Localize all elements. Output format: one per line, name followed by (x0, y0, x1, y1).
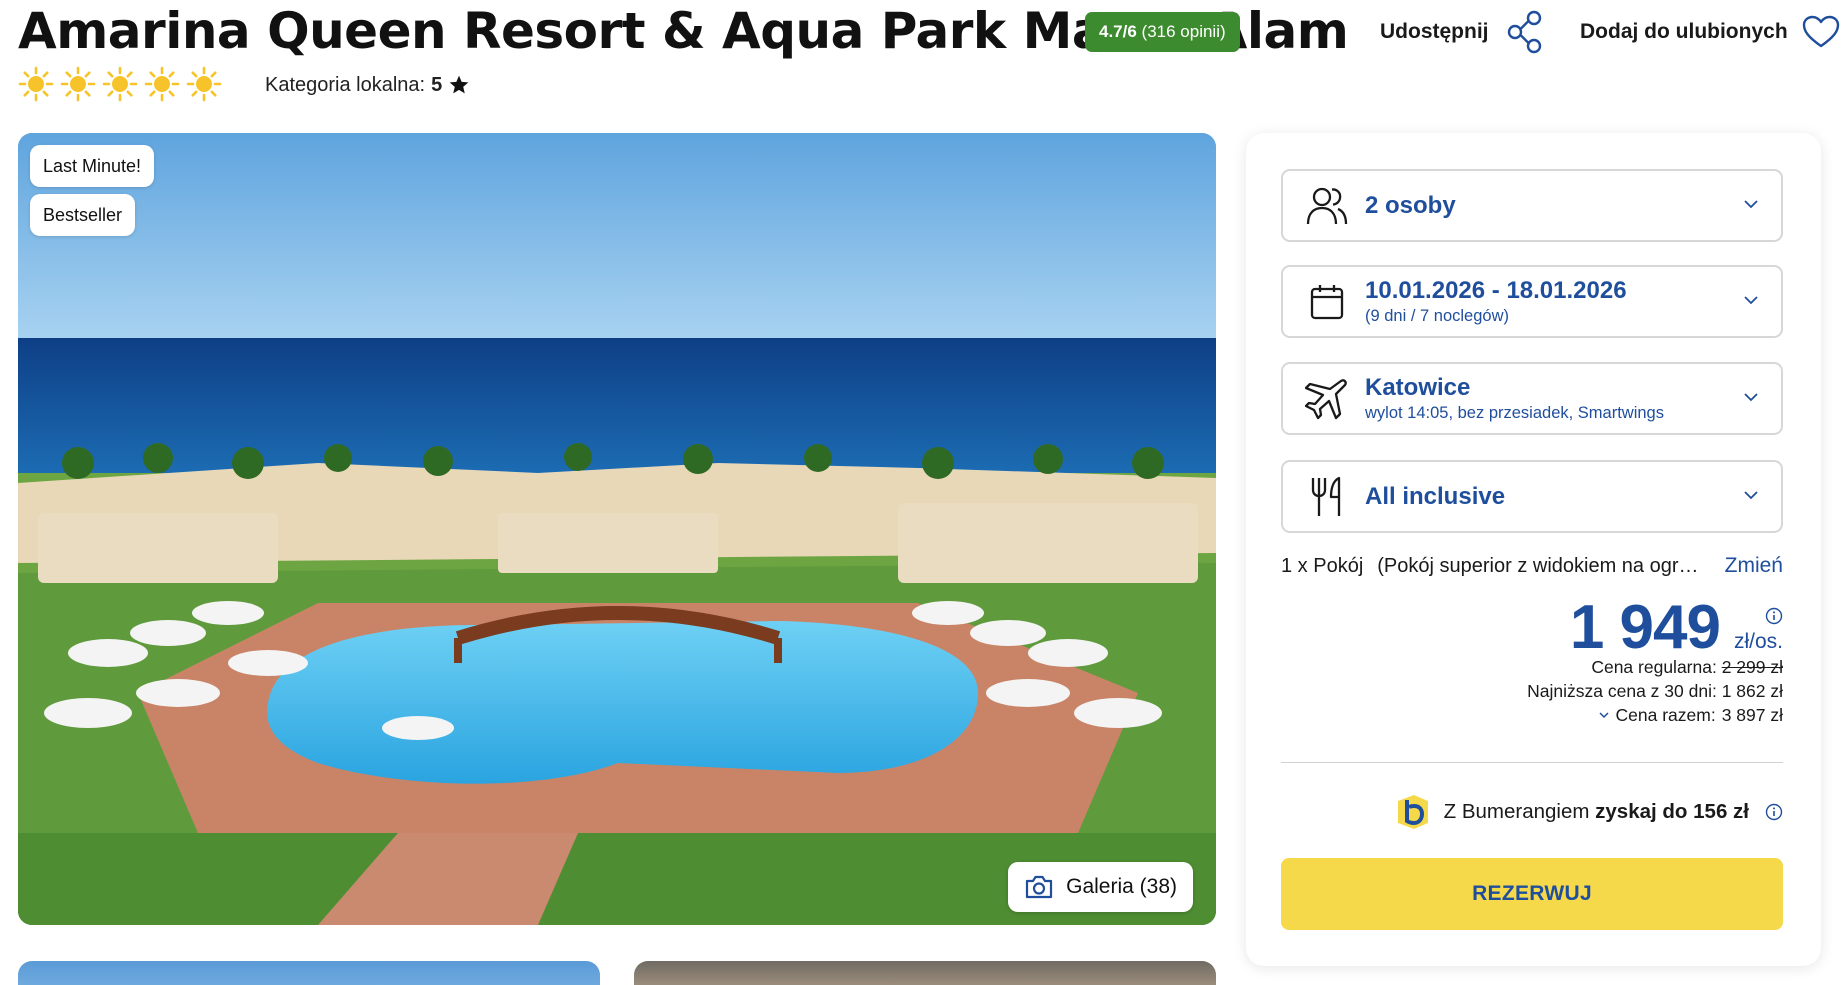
category-value: 5 (431, 74, 443, 96)
reserve-button[interactable]: REZERWUJ (1281, 858, 1783, 930)
calendar-icon (1310, 284, 1344, 319)
regular-price-value: 2 299 zł (1721, 657, 1783, 677)
chevron-down-icon (1744, 490, 1758, 499)
board-value: All inclusive (1365, 482, 1506, 510)
dates-value: 10.01.2026 - 18.01.2026 (1365, 276, 1627, 304)
total-price-value: 3 897 zł (1721, 705, 1783, 725)
share-label: Udostępnij (1380, 20, 1489, 43)
dates-duration: (9 dni / 7 noclegów) (1365, 306, 1509, 325)
departure-city: Katowice (1365, 373, 1471, 401)
price-amount: 1 949 (1569, 593, 1721, 662)
gallery-label: Galeria (38) (1066, 875, 1177, 898)
bestseller-tag: Bestseller (30, 194, 136, 236)
regular-price-label: Cena regularna: (1591, 657, 1717, 677)
travelers-select[interactable]: 2 osoby (1281, 169, 1783, 242)
divider (1281, 762, 1783, 763)
room-type: (Pokój superior z widokiem na ogród) (1377, 554, 1708, 577)
change-room-link[interactable]: Zmień (1725, 554, 1783, 578)
chevron-down-icon (1744, 199, 1758, 208)
favorite-label: Dodaj do ulubionych (1580, 20, 1788, 43)
booking-panel: 2 osoby 10.01.2026 - 18.01.2026 (9 dni /… (1246, 133, 1821, 966)
share-icon (1507, 10, 1541, 54)
boomerang-cashback: Z Bumerangiem zyskaj do 156 zł (1392, 791, 1783, 833)
rating-badge[interactable]: 4.7/6 (316 opinii) (1085, 12, 1240, 52)
lowest-price-label: Najniższa cena z 30 dni: (1527, 681, 1717, 701)
regular-price: Cena regularna: 2 299 zł (1591, 656, 1783, 678)
lowest-price: Najniższa cena z 30 dni: 1 862 zł (1527, 680, 1783, 702)
board-select[interactable]: All inclusive (1281, 460, 1783, 533)
boomerang-bonus: zyskaj do 156 zł (1595, 800, 1749, 823)
lowest-price-value: 1 862 zł (1721, 681, 1783, 701)
chevron-down-icon (1598, 712, 1609, 719)
room-row: 1 x Pokój (Pokój superior z widokiem na … (1281, 554, 1783, 578)
thumbnail-photo[interactable] (18, 961, 600, 985)
local-category: Kategoria lokalna: 5 (265, 70, 470, 100)
room-count: 1 x Pokój (1281, 554, 1364, 577)
chevron-down-icon (1744, 392, 1758, 401)
boomerang-logo-icon (1397, 795, 1428, 829)
hero-photo[interactable]: Last Minute! Bestseller Galeria (38) (18, 133, 1216, 925)
resort-photo (18, 133, 1216, 925)
info-icon[interactable] (1765, 803, 1783, 821)
last-minute-tag: Last Minute! (30, 145, 155, 187)
price-block: 1 949 zł/os. (1570, 595, 1783, 661)
flight-details: wylot 14:05, bez przesiadek, Smartwings (1365, 403, 1664, 422)
rating-reviews: (316 opinii) (1141, 22, 1226, 41)
share-button[interactable]: Udostępnij (1380, 8, 1545, 56)
camera-icon (1026, 875, 1053, 899)
gallery-button[interactable]: Galeria (38) (1008, 862, 1193, 912)
sun-icon (144, 66, 180, 102)
sun-icon (18, 66, 54, 102)
category-label: Kategoria lokalna: (265, 74, 426, 96)
sun-icon (60, 66, 96, 102)
rating-score: 4.7/6 (1099, 22, 1137, 41)
info-icon[interactable] (1765, 607, 1783, 625)
people-icon (1306, 187, 1348, 224)
total-price-toggle[interactable]: Cena razem: 3 897 zł (1598, 704, 1783, 726)
total-price-label: Cena razem: (1615, 705, 1716, 725)
sun-icon (186, 66, 222, 102)
flight-select[interactable]: Katowice wylot 14:05, bez przesiadek, Sm… (1281, 362, 1783, 435)
dates-select[interactable]: 10.01.2026 - 18.01.2026 (9 dni / 7 nocle… (1281, 265, 1783, 338)
plane-icon (1305, 378, 1347, 419)
travelers-value: 2 osoby (1365, 191, 1456, 219)
star-icon (449, 75, 469, 94)
chevron-down-icon (1744, 295, 1758, 304)
sun-icon (102, 66, 138, 102)
price-unit: zł/os. (1733, 630, 1783, 653)
favorite-button[interactable]: Dodaj do ulubionych (1580, 8, 1840, 56)
heart-icon (1802, 15, 1839, 48)
boomerang-prefix: Z Bumerangiem (1443, 800, 1590, 823)
thumbnail-photo[interactable] (634, 961, 1216, 985)
sun-rating (18, 66, 222, 102)
cutlery-icon (1311, 476, 1341, 516)
